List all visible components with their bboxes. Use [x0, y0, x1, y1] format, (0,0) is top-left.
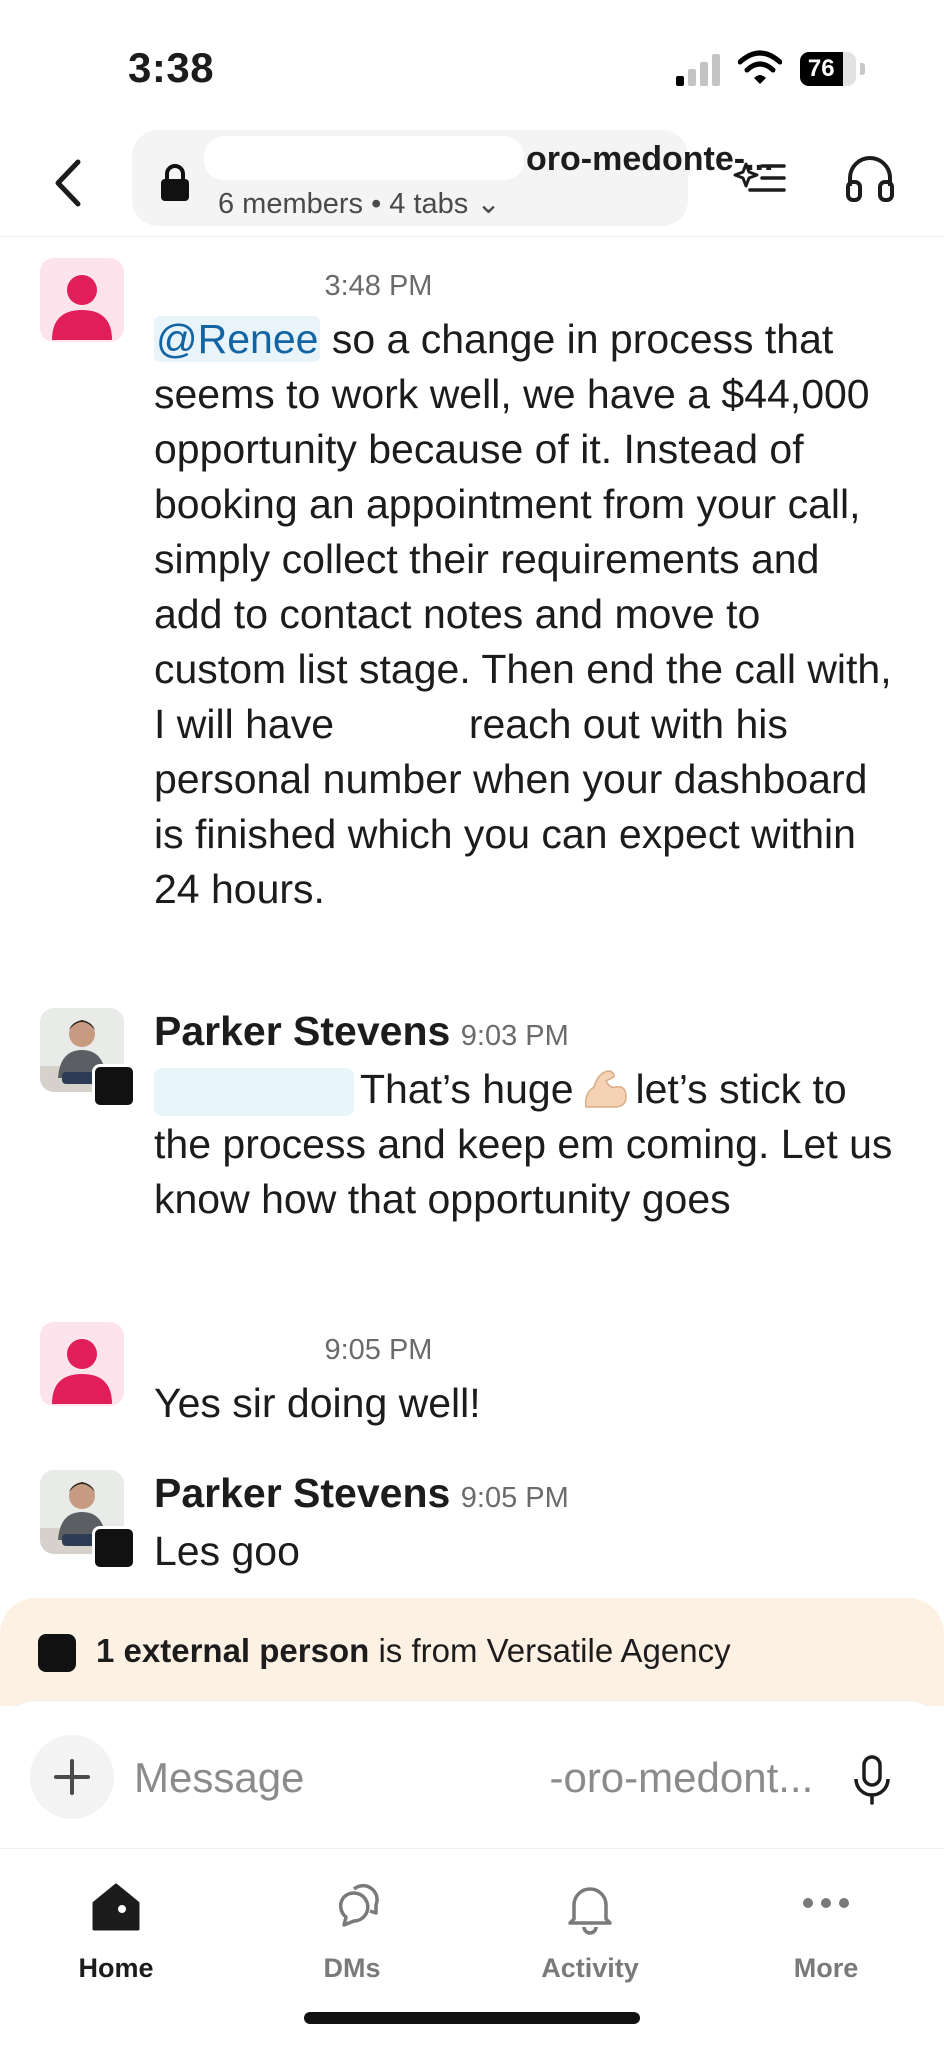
message-timestamp: 3:48 PM: [324, 270, 433, 302]
plus-icon: [54, 1759, 90, 1795]
microphone-icon[interactable]: [850, 1751, 894, 1807]
battery-icon: 76: [800, 52, 856, 86]
battery-level: 76: [807, 55, 835, 82]
dms-icon: [339, 1883, 379, 1927]
ai-summary-icon[interactable]: [732, 150, 788, 206]
external-people-banner[interactable]: 1 external person is from Versatile Agen…: [0, 1598, 944, 1706]
home-icon: [92, 1883, 140, 1931]
headphones-icon[interactable]: [842, 150, 898, 206]
battery-tip: [860, 63, 865, 75]
default-avatar-icon[interactable]: [40, 258, 124, 342]
external-org-icon: [38, 1634, 76, 1672]
redacted-sender: [154, 1337, 314, 1372]
status-time: 3:38: [128, 44, 215, 91]
flexed-biceps-emoji-icon: [584, 1070, 627, 1108]
external-org-badge: [92, 1526, 136, 1570]
external-org-badge: [92, 1064, 136, 1108]
add-attachment-button[interactable]: [30, 1735, 114, 1819]
tab-dms[interactable]: DMs: [252, 1865, 452, 1995]
status-bar: 3:38 76: [0, 0, 944, 130]
redacted-mention: [154, 1068, 354, 1117]
wifi-icon: [738, 50, 782, 84]
channel-header: oro-medonte-... 6 members • 4 tabs ⌄: [0, 130, 944, 237]
redacted-input-text: [328, 1749, 524, 1805]
sender-name[interactable]: Parker Stevens: [154, 1470, 450, 1516]
back-button[interactable]: [40, 148, 100, 218]
sender-name[interactable]: Parker Stevens: [154, 1008, 450, 1054]
cellular-signal-icon: [676, 52, 722, 86]
bell-icon: [568, 1887, 612, 1935]
more-icon: [803, 1898, 849, 1908]
message-timestamp: 9:03 PM: [460, 1020, 569, 1052]
message-text: Yes sir doing well!: [154, 1380, 481, 1426]
redacted-name: [345, 707, 458, 748]
message-text: Les goo: [154, 1528, 300, 1574]
message-timestamp: 9:05 PM: [324, 1334, 433, 1366]
channel-meta: 6 members • 4 tabs ⌄: [218, 188, 501, 220]
user-mention[interactable]: @Renee: [154, 316, 321, 362]
tab-more[interactable]: More: [726, 1865, 926, 1995]
message-composer: [0, 1700, 944, 1849]
message-text: That’s huge let’s stick to the process a…: [154, 1066, 893, 1222]
home-indicator[interactable]: [304, 2012, 640, 2024]
tab-activity[interactable]: Activity: [490, 1865, 690, 1995]
redacted-sender: [154, 273, 314, 308]
tab-home[interactable]: Home: [16, 1865, 216, 1995]
external-count: 1 external person: [96, 1632, 370, 1669]
channel-title-button[interactable]: oro-medonte-... 6 members • 4 tabs ⌄: [132, 130, 773, 226]
external-org-text: is from Versatile Agency: [369, 1632, 731, 1669]
redacted-channel-prefix: [204, 136, 524, 180]
message-text: @Renee so a change in process that seems…: [154, 316, 892, 912]
default-avatar-icon[interactable]: [40, 1322, 124, 1406]
lock-icon: [161, 164, 189, 201]
message-timestamp: 9:05 PM: [460, 1482, 569, 1514]
